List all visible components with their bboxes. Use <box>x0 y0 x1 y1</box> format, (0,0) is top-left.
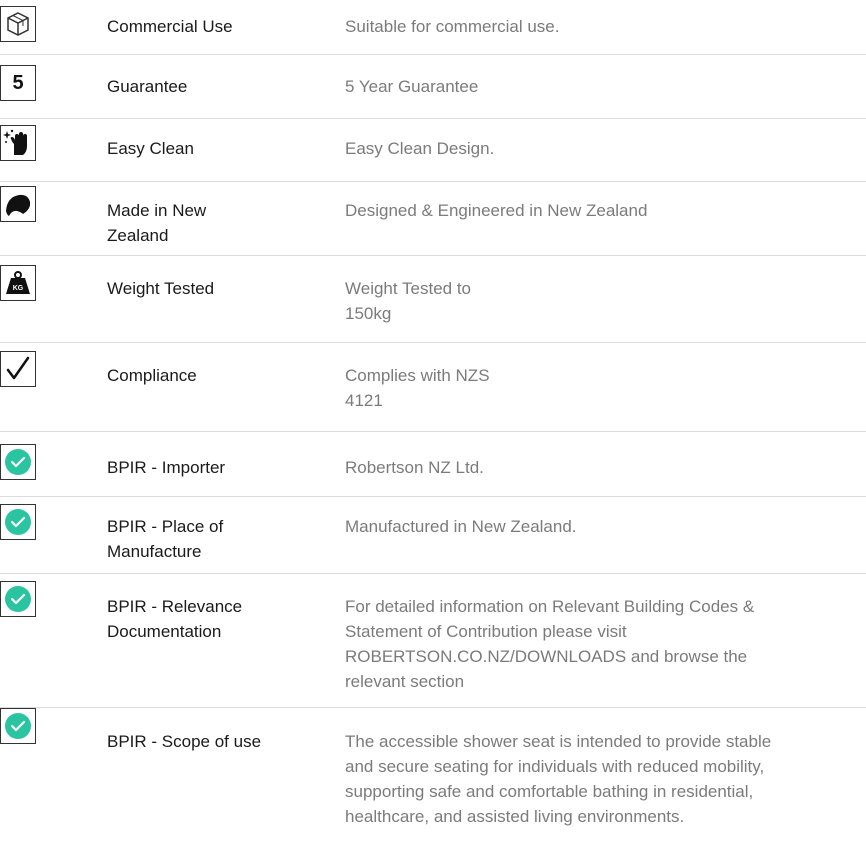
feature-label: Made in New Zealand <box>107 201 207 245</box>
feature-value: Designed & Engineered in New Zealand <box>345 201 648 220</box>
feature-row-bpir-relevance-documentation: BPIR - Relevance Documentation For detai… <box>0 574 866 708</box>
feature-value: Easy Clean Design. <box>345 139 495 158</box>
wiping-hand-icon <box>0 125 36 161</box>
feature-label: BPIR - Importer <box>107 458 226 477</box>
feature-row-bpir-scope-of-use: BPIR - Scope of use The accessible showe… <box>0 708 866 857</box>
feature-value: 5 Year Guarantee <box>345 77 479 96</box>
feature-value: For detailed information on Relevant Bui… <box>345 597 755 691</box>
feature-label: BPIR - Place of Manufacture <box>107 517 224 561</box>
cube-icon <box>0 6 36 42</box>
icon-number-text: 5 <box>12 72 24 94</box>
feature-label: Commercial Use <box>107 17 233 36</box>
feature-label: Guarantee <box>107 77 188 96</box>
feature-label: Weight Tested <box>107 279 215 298</box>
green-check-circle-icon <box>0 708 36 744</box>
checkmark-icon <box>0 351 36 387</box>
feature-label: BPIR - Scope of use <box>107 732 262 751</box>
green-check-circle-icon <box>0 444 36 480</box>
kiwi-icon <box>0 186 36 222</box>
green-check-circle-icon <box>0 581 36 617</box>
feature-label: BPIR - Relevance Documentation <box>107 597 243 641</box>
feature-row-easy-clean: Easy Clean Easy Clean Design. <box>0 119 866 182</box>
feature-value: Weight Tested to 150kg <box>345 279 472 323</box>
feature-label: Compliance <box>107 366 197 385</box>
feature-row-bpir-place-of-manufacture: BPIR - Place of Manufacture Manufactured… <box>0 497 866 574</box>
feature-value: Manufactured in New Zealand. <box>345 517 577 536</box>
feature-row-weight-tested: KG Weight Tested Weight Tested to 150kg <box>0 256 866 343</box>
feature-row-commercial-use: Commercial Use Suitable for commercial u… <box>0 0 866 55</box>
kg-text: KG <box>13 285 24 292</box>
feature-row-compliance: Compliance Complies with NZS 4121 <box>0 343 866 432</box>
feature-row-bpir-importer: BPIR - Importer Robertson NZ Ltd. <box>0 432 866 497</box>
feature-row-made-in-nz: Made in New Zealand Designed & Engineere… <box>0 182 866 256</box>
feature-value: The accessible shower seat is intended t… <box>345 732 772 826</box>
feature-value: Complies with NZS 4121 <box>345 366 490 410</box>
feature-value: Robertson NZ Ltd. <box>345 458 484 477</box>
feature-value: Suitable for commercial use. <box>345 17 560 36</box>
feature-label: Easy Clean <box>107 139 194 158</box>
green-check-circle-icon <box>0 504 36 540</box>
feature-row-guarantee: 5 Guarantee 5 Year Guarantee <box>0 55 866 119</box>
number-five-icon: 5 <box>0 65 36 101</box>
kg-weight-icon: KG <box>0 265 36 301</box>
